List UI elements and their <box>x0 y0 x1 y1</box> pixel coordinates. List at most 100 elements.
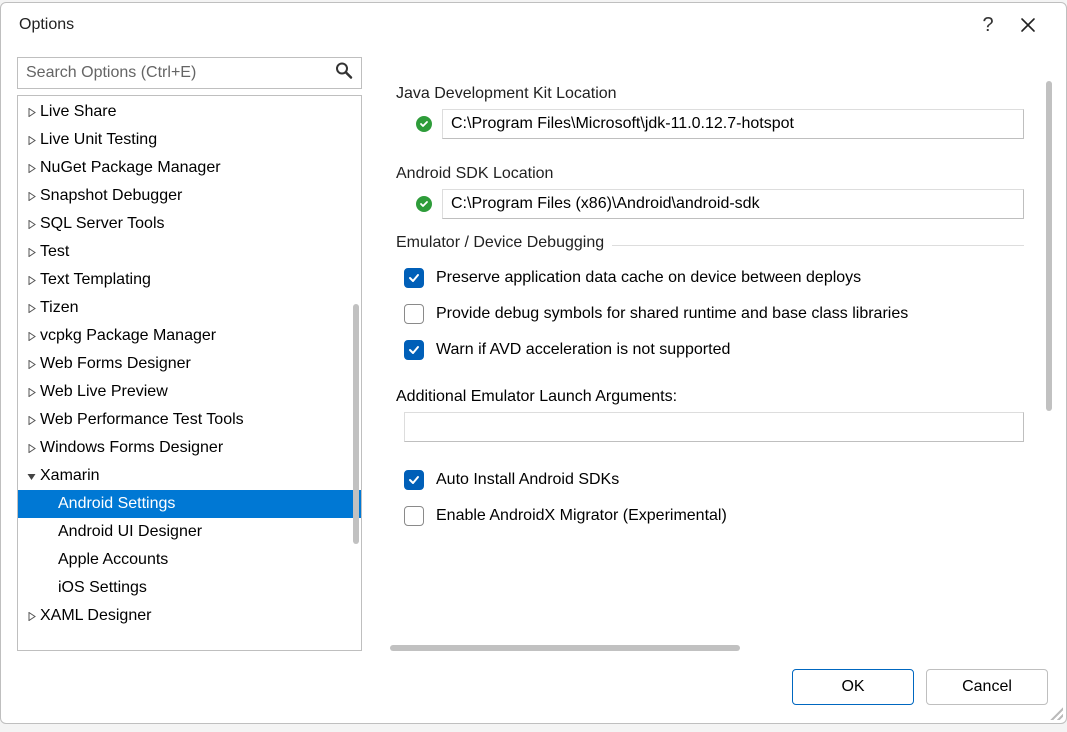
tree-item[interactable]: Apple Accounts <box>18 546 361 574</box>
option-label: Preserve application data cache on devic… <box>436 269 861 287</box>
chevron-right-icon[interactable] <box>24 612 38 621</box>
tree-item[interactable]: Web Live Preview <box>18 378 361 406</box>
tree-item-label: Web Performance Test Tools <box>40 411 244 429</box>
help-icon: ? <box>982 14 993 37</box>
tree-item-label: vcpkg Package Manager <box>40 327 216 345</box>
cancel-button[interactable]: Cancel <box>926 669 1048 705</box>
tree-item-label: Apple Accounts <box>58 551 168 569</box>
tree-item-label: Tizen <box>40 299 79 317</box>
option-row: Warn if AVD acceleration is not supporte… <box>396 332 1024 368</box>
search-input[interactable] <box>18 58 361 88</box>
tree-item[interactable]: SQL Server Tools <box>18 210 361 238</box>
tree-item-label: Windows Forms Designer <box>40 439 223 457</box>
additional-args-input[interactable] <box>404 412 1024 442</box>
chevron-right-icon[interactable] <box>24 248 38 257</box>
options-dialog: Options ? Live Share Live Unit Testing NuG… <box>0 2 1067 724</box>
chevron-right-icon[interactable] <box>24 416 38 425</box>
chevron-right-icon[interactable] <box>24 192 38 201</box>
dialog-body: Live Share Live Unit Testing NuGet Package… <box>1 47 1066 651</box>
chevron-right-icon[interactable] <box>24 332 38 341</box>
sdk-location-label: Android SDK Location <box>396 165 1024 183</box>
checkbox[interactable] <box>404 470 424 490</box>
jdk-location-label: Java Development Kit Location <box>396 85 1024 103</box>
help-button[interactable]: ? <box>968 3 1008 47</box>
chevron-right-icon[interactable] <box>24 276 38 285</box>
tree-item[interactable]: iOS Settings <box>18 574 361 602</box>
jdk-path-input[interactable] <box>442 109 1024 139</box>
window-title: Options <box>19 16 968 34</box>
tree-item-label: Snapshot Debugger <box>40 187 182 205</box>
jdk-path-row <box>396 109 1024 139</box>
resize-grip[interactable] <box>1047 704 1063 720</box>
tree-item-label: Android UI Designer <box>58 523 202 541</box>
options-tree: Live Share Live Unit Testing NuGet Package… <box>17 95 362 651</box>
tree-item[interactable]: NuGet Package Manager <box>18 154 361 182</box>
sdk-path-row <box>396 189 1024 219</box>
chevron-right-icon[interactable] <box>24 304 38 313</box>
valid-icon <box>416 116 432 132</box>
tree-item[interactable]: Live Share <box>18 98 361 126</box>
ok-button[interactable]: OK <box>792 669 914 705</box>
option-row: Preserve application data cache on devic… <box>396 260 1024 296</box>
chevron-right-icon[interactable] <box>24 136 38 145</box>
emulator-debugging-group: Emulator / Device Debugging Preserve app… <box>396 245 1024 534</box>
tree-item-label: Text Templating <box>40 271 151 289</box>
tree-item-label: SQL Server Tools <box>40 215 165 233</box>
tree-item-label: Live Share <box>40 103 117 121</box>
checkbox[interactable] <box>404 304 424 324</box>
option-label: Warn if AVD acceleration is not supporte… <box>436 341 730 359</box>
tree-item-label: Test <box>40 243 69 261</box>
chevron-right-icon[interactable] <box>24 388 38 397</box>
sdk-path-input[interactable] <box>442 189 1024 219</box>
checkbox[interactable] <box>404 340 424 360</box>
additional-args-label: Additional Emulator Launch Arguments: <box>396 388 1024 406</box>
tree-item[interactable]: Web Forms Designer <box>18 350 361 378</box>
tree-item[interactable]: Snapshot Debugger <box>18 182 361 210</box>
tree-item[interactable]: Live Unit Testing <box>18 126 361 154</box>
left-panel: Live Share Live Unit Testing NuGet Package… <box>17 57 362 651</box>
close-button[interactable] <box>1008 3 1048 47</box>
chevron-right-icon[interactable] <box>24 164 38 173</box>
search-wrapper <box>17 57 362 89</box>
option-label: Provide debug symbols for shared runtime… <box>436 305 908 323</box>
tree-item-label: iOS Settings <box>58 579 147 597</box>
tree-item-label: Web Live Preview <box>40 383 168 401</box>
dialog-button-row: OK Cancel <box>1 651 1066 723</box>
chevron-right-icon[interactable] <box>24 220 38 229</box>
chevron-right-icon[interactable] <box>24 444 38 453</box>
tree-item-label: NuGet Package Manager <box>40 159 221 177</box>
close-icon <box>1020 17 1036 33</box>
tree-item[interactable]: Web Performance Test Tools <box>18 406 361 434</box>
titlebar: Options ? <box>1 3 1066 47</box>
tree-item-label: Web Forms Designer <box>40 355 191 373</box>
tree-item[interactable]: XAML Designer <box>18 602 361 630</box>
tree-item-label: Live Unit Testing <box>40 131 157 149</box>
search-icon <box>335 62 353 85</box>
tree-item[interactable]: Windows Forms Designer <box>18 434 361 462</box>
tree-item[interactable]: Tizen <box>18 294 361 322</box>
group-title: Emulator / Device Debugging <box>396 234 612 252</box>
settings-horizontal-scrollbar[interactable] <box>390 645 740 651</box>
tree-item[interactable]: Android UI Designer <box>18 518 361 546</box>
tree-item[interactable]: Xamarin <box>18 462 361 490</box>
settings-panel: Java Development Kit Location Android SD… <box>382 57 1054 651</box>
tree-item-label: Xamarin <box>40 467 100 485</box>
option-row: Auto Install Android SDKs <box>396 462 1024 498</box>
tree-scrollbar[interactable] <box>353 304 359 544</box>
settings-vertical-scrollbar[interactable] <box>1046 81 1052 411</box>
tree-item[interactable]: vcpkg Package Manager <box>18 322 361 350</box>
tree-item-label: Android Settings <box>58 495 175 513</box>
valid-icon <box>416 196 432 212</box>
chevron-right-icon[interactable] <box>24 360 38 369</box>
option-row: Provide debug symbols for shared runtime… <box>396 296 1024 332</box>
tree-item[interactable]: Android Settings <box>18 490 361 518</box>
option-row: Enable AndroidX Migrator (Experimental) <box>396 498 1024 534</box>
option-label: Enable AndroidX Migrator (Experimental) <box>436 507 727 525</box>
checkbox[interactable] <box>404 268 424 288</box>
chevron-right-icon[interactable] <box>24 108 38 117</box>
tree-item[interactable]: Test <box>18 238 361 266</box>
checkbox[interactable] <box>404 506 424 526</box>
tree-item[interactable]: Text Templating <box>18 266 361 294</box>
chevron-down-icon[interactable] <box>24 472 38 481</box>
tree-item-label: XAML Designer <box>40 607 151 625</box>
